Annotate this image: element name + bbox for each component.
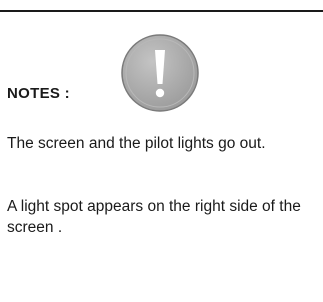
top-divider	[0, 10, 323, 12]
notes-paragraph: A light spot appears on the right side o…	[7, 198, 301, 236]
notes-paragraph: The screen and the pilot lights go out.	[7, 135, 266, 152]
exclamation-icon	[119, 32, 201, 114]
notes-label: NOTES :	[7, 85, 70, 102]
